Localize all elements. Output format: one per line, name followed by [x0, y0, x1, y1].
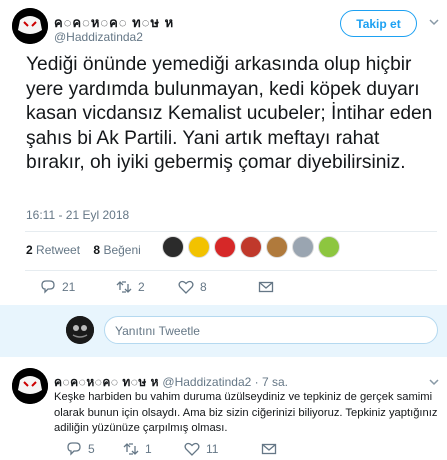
mail-icon [261, 443, 277, 455]
liker-avatar[interactable] [188, 236, 210, 258]
like-action[interactable]: 8 [178, 279, 207, 295]
liker-avatar[interactable] [292, 236, 314, 258]
likers-list [162, 236, 340, 264]
liker-avatar[interactable] [162, 236, 184, 258]
like-label: Beğeni [103, 243, 141, 257]
heart-icon [184, 442, 200, 456]
retweet-action[interactable]: 2 [116, 279, 145, 295]
retweet-icon [123, 443, 139, 455]
divider [25, 231, 437, 232]
retweet-icon [116, 281, 132, 293]
tweet-text: Yediği önünde yemediği arkasında olup hi… [26, 54, 433, 173]
follow-button[interactable]: Takip et [340, 10, 417, 37]
reply-icon [67, 442, 81, 456]
avatar [66, 316, 94, 344]
user-handle[interactable]: @Haddizatinda2 [162, 375, 251, 389]
avatar[interactable] [12, 368, 48, 404]
heart-icon [178, 280, 194, 294]
reply-time[interactable]: 7 sa. [262, 375, 288, 389]
retweet-count: 1 [145, 442, 152, 456]
divider [25, 270, 437, 271]
liker-avatar[interactable] [214, 236, 236, 258]
message-action[interactable] [258, 279, 274, 295]
like-action[interactable]: 11 [184, 441, 218, 457]
user-handle[interactable]: @Haddizatinda2 [54, 30, 143, 44]
message-action[interactable] [261, 441, 277, 457]
like-stat[interactable]: 8 Beğeni [93, 243, 140, 257]
like-count: 8 [93, 243, 101, 257]
tweet-timestamp[interactable]: 16:11 - 21 Eyl 2018 [26, 208, 129, 222]
liker-avatar[interactable] [318, 236, 340, 258]
retweet-count: 2 [138, 280, 145, 294]
liker-avatar[interactable] [240, 236, 262, 258]
retweet-action[interactable]: 1 [123, 441, 152, 457]
mail-icon [258, 281, 274, 293]
reply-text: Keşke harbiden bu vahim duruma üzülseydi… [54, 391, 438, 434]
retweet-label: Retweet [36, 243, 81, 257]
tweet-stats: 2 Retweet 8 Beğeni [26, 243, 141, 257]
reply-action[interactable]: 5 [66, 441, 95, 457]
separator: · [251, 375, 262, 389]
reply-input[interactable]: Yanıtını Tweetle [104, 316, 438, 344]
retweet-count: 2 [26, 243, 33, 257]
reply-count: 21 [62, 280, 76, 294]
avatar[interactable] [12, 8, 48, 44]
chevron-down-icon[interactable] [428, 376, 440, 388]
liker-avatar[interactable] [266, 236, 288, 258]
retweet-stat[interactable]: 2 Retweet [26, 243, 80, 257]
reply-action[interactable]: 21 [40, 279, 75, 295]
like-count: 11 [206, 442, 219, 456]
like-count: 8 [200, 280, 207, 294]
reply-count: 5 [88, 442, 95, 456]
chevron-down-icon[interactable] [428, 16, 440, 28]
display-name[interactable]: ค◌ค◌ห◌ค◌ ท◌ษ ห [54, 375, 159, 389]
reply-icon [41, 280, 55, 294]
